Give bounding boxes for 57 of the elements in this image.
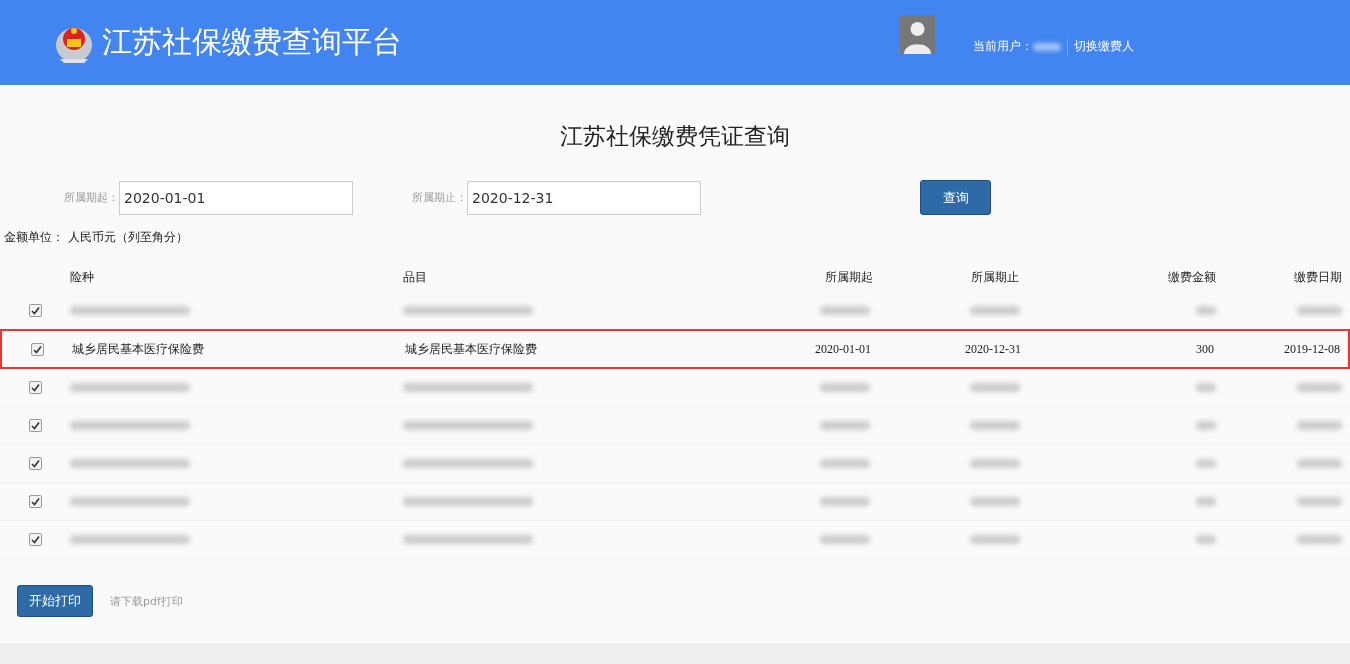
redacted-text bbox=[820, 306, 870, 315]
checkbox[interactable] bbox=[28, 533, 42, 546]
redacted-text bbox=[1196, 306, 1216, 315]
amount-unit-note: 金额单位： 人民币元（列至角分） bbox=[4, 229, 189, 246]
checkbox[interactable] bbox=[28, 495, 42, 508]
redacted-text bbox=[820, 383, 870, 392]
table-cell-text: 300 bbox=[1195, 341, 1215, 357]
column-header: 险种 bbox=[70, 268, 95, 286]
date-field[interactable]: 2020-12-31 bbox=[467, 180, 701, 215]
redacted-text bbox=[1196, 421, 1216, 430]
redacted-text bbox=[970, 497, 1020, 506]
redacted-text bbox=[970, 421, 1020, 430]
table-cell-text: 2020-01-01 bbox=[814, 341, 872, 357]
filter-label: 所属期起： bbox=[64, 190, 119, 205]
redacted-text bbox=[820, 497, 870, 506]
redacted-text bbox=[1297, 535, 1342, 544]
table-cell-text: 城乡居民基本医疗保险费 bbox=[72, 340, 205, 358]
switch-payer-link[interactable]: 切换缴费人 bbox=[1074, 38, 1134, 55]
table-cell-text: 2020-12-31 bbox=[964, 341, 1022, 357]
redacted-text bbox=[820, 535, 870, 544]
checkbox[interactable] bbox=[28, 457, 42, 470]
redacted-text bbox=[1297, 497, 1342, 506]
redacted-text bbox=[820, 459, 870, 468]
redacted-text bbox=[1196, 535, 1216, 544]
checkbox[interactable] bbox=[28, 304, 42, 317]
page-title: 江苏社保缴费凭证查询 bbox=[559, 122, 791, 151]
redacted-text bbox=[1196, 383, 1216, 392]
redacted-text bbox=[1196, 459, 1216, 468]
redacted-text bbox=[1297, 306, 1342, 315]
column-header: 缴费日期 bbox=[1293, 268, 1343, 286]
redacted-text bbox=[1297, 383, 1342, 392]
print-hint: 请下载pdf打印 bbox=[110, 593, 183, 609]
redacted-text bbox=[970, 535, 1020, 544]
redacted-text bbox=[970, 383, 1020, 392]
column-header: 缴费金额 bbox=[1167, 268, 1217, 286]
checkbox[interactable] bbox=[28, 419, 42, 432]
redacted-text bbox=[970, 459, 1020, 468]
current-user-label: 当前用户： bbox=[973, 38, 1033, 55]
table-cell-text: 2019-12-08 bbox=[1283, 341, 1341, 357]
date-field[interactable]: 2020-01-01 bbox=[119, 180, 353, 215]
redacted-text bbox=[1297, 459, 1342, 468]
column-header: 品目 bbox=[403, 268, 428, 286]
redacted-text bbox=[970, 306, 1020, 315]
platform-title: 江苏社保缴费查询平台 bbox=[102, 23, 402, 61]
redacted-text bbox=[1196, 497, 1216, 506]
column-header: 所属期起 bbox=[824, 268, 874, 286]
checkbox[interactable] bbox=[28, 381, 42, 394]
redacted-text bbox=[820, 421, 870, 430]
redacted-name bbox=[1033, 42, 1061, 51]
filter-label: 所属期止： bbox=[412, 190, 467, 205]
avatar-icon bbox=[900, 15, 935, 54]
checkbox[interactable] bbox=[30, 342, 44, 356]
query-button[interactable]: 查询 bbox=[920, 180, 991, 215]
redacted-text bbox=[1297, 421, 1342, 430]
print-button[interactable]: 开始打印 bbox=[17, 585, 93, 617]
column-header: 所属期止 bbox=[970, 268, 1020, 286]
table-cell-text: 城乡居民基本医疗保险费 bbox=[405, 340, 538, 358]
